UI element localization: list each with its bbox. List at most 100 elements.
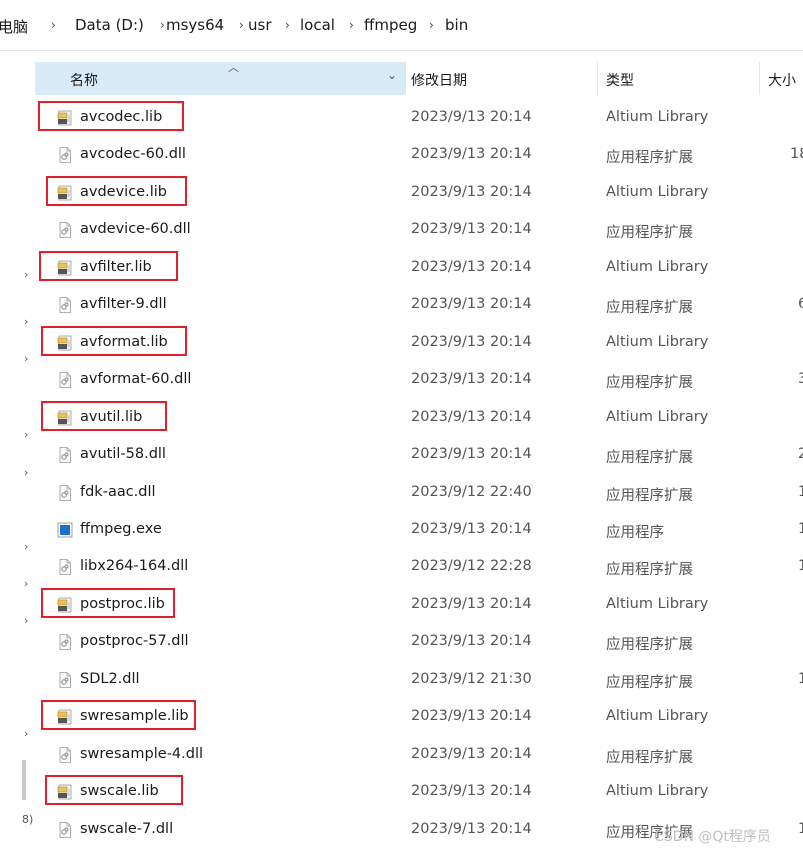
file-name: fdk-aac.dll: [80, 483, 156, 500]
file-size: 2: [798, 446, 803, 463]
lib-file-icon: [56, 109, 74, 127]
file-type: 应用程序扩展: [606, 225, 693, 242]
file-size: 18: [790, 146, 803, 163]
dll-file-icon: [56, 296, 74, 314]
file-name: avutil.lib: [80, 408, 143, 425]
file-name: swscale.lib: [80, 783, 159, 800]
column-header: ︿ 名称 ⌄ 修改日期 类型 大小: [35, 61, 803, 95]
file-name: avdevice.lib: [80, 183, 167, 200]
breadcrumb-separator-icon[interactable]: ›: [160, 18, 165, 32]
breadcrumb-item[interactable]: local: [300, 16, 335, 34]
dll-file-icon: [56, 633, 74, 651]
file-name: swscale-7.dll: [80, 820, 174, 837]
file-row[interactable]: avcodec.lib 2023/9/13 20:14 Altium Library: [0, 100, 803, 137]
breadcrumb-item[interactable]: 电脑: [0, 16, 28, 37]
dll-file-icon: [56, 671, 74, 689]
file-type: 应用程序扩展: [606, 450, 693, 467]
file-name: avfilter.lib: [80, 258, 152, 275]
file-row[interactable]: postproc.lib 2023/9/13 20:14 Altium Librar…: [0, 587, 803, 624]
file-date: 2023/9/13 20:14: [411, 109, 532, 125]
nav-pane-expand-icon[interactable]: ›: [24, 727, 28, 740]
nav-scrollbar[interactable]: [22, 760, 26, 800]
file-date: 2023/9/12 21:30: [411, 670, 532, 687]
nav-pane-expand-icon[interactable]: ›: [24, 428, 28, 441]
file-row[interactable]: avutil.lib 2023/9/13 20:14 Altium Library: [0, 400, 803, 437]
file-size: 1: [798, 520, 803, 537]
nav-pane-expand-icon[interactable]: ›: [24, 577, 28, 590]
breadcrumb-item[interactable]: usr: [248, 16, 272, 34]
file-row[interactable]: avformat.lib 2023/9/13 20:14 Altium Librar…: [0, 325, 803, 362]
file-size: 1: [798, 558, 803, 575]
nav-pane-expand-icon[interactable]: ›: [24, 466, 28, 479]
file-size: 1: [798, 483, 803, 500]
lib-file-icon: [56, 184, 74, 202]
file-date: 2023/9/13 20:14: [411, 146, 532, 163]
file-row[interactable]: avformat-60.dll 2023/9/13 20:14 应用程序扩展 3: [0, 362, 803, 399]
nav-pane-expand-icon[interactable]: ›: [24, 268, 28, 281]
dll-file-icon: [56, 146, 74, 164]
file-date: 2023/9/13 20:14: [411, 708, 532, 725]
column-divider[interactable]: [759, 62, 760, 95]
file-date: 2023/9/12 22:40: [411, 483, 532, 500]
file-date: 2023/9/13 20:14: [411, 520, 532, 537]
breadcrumb-item[interactable]: ffmpeg: [364, 16, 417, 34]
dll-file-icon: [56, 371, 74, 389]
file-row[interactable]: avfilter.lib 2023/9/13 20:14 Altium Librar…: [0, 250, 803, 287]
file-row[interactable]: libx264-164.dll 2023/9/12 22:28 应用程序扩展 1: [0, 549, 803, 586]
breadcrumb-separator-icon[interactable]: ›: [51, 18, 56, 32]
file-row[interactable]: avfilter-9.dll 2023/9/13 20:14 应用程序扩展 6: [0, 287, 803, 324]
nav-pane-expand-icon[interactable]: ›: [24, 540, 28, 553]
file-row[interactable]: avutil-58.dll 2023/9/13 20:14 应用程序扩展 2: [0, 437, 803, 474]
nav-pane-expand-icon[interactable]: ›: [24, 352, 28, 365]
file-date: 2023/9/13 20:14: [411, 820, 532, 837]
column-divider[interactable]: [405, 62, 406, 95]
column-divider[interactable]: [597, 62, 598, 95]
file-type: Altium Library: [606, 109, 709, 125]
file-row[interactable]: swresample.lib 2023/9/13 20:14 Altium Libr…: [0, 699, 803, 736]
file-date: 2023/9/13 20:14: [411, 371, 532, 388]
breadcrumb-item[interactable]: Data (D:): [75, 16, 144, 34]
column-header-size[interactable]: 大小: [768, 70, 796, 90]
file-row[interactable]: avdevice-60.dll 2023/9/13 20:14 应用程序扩展: [0, 212, 803, 249]
file-row[interactable]: swresample-4.dll 2023/9/13 20:14 应用程序扩展: [0, 737, 803, 774]
breadcrumb-item[interactable]: bin: [445, 16, 468, 34]
file-name: libx264-164.dll: [80, 558, 189, 575]
file-size: 1: [798, 670, 803, 687]
file-name: SDL2.dll: [80, 670, 140, 687]
file-date: 2023/9/13 20:14: [411, 446, 532, 463]
breadcrumb-separator-icon[interactable]: ›: [239, 18, 244, 32]
file-row[interactable]: SDL2.dll 2023/9/12 21:30 应用程序扩展 1: [0, 662, 803, 699]
breadcrumb: 电脑 › Data (D:) › msys64 › usr › local › ffmpeg › bin: [0, 0, 803, 51]
breadcrumb-separator-icon[interactable]: ›: [429, 18, 434, 32]
file-type: 应用程序扩展: [606, 150, 693, 167]
file-type: 应用程序扩展: [606, 749, 693, 766]
file-name: avcodec-60.dll: [80, 146, 186, 163]
column-header-date[interactable]: 修改日期: [411, 70, 467, 90]
dll-file-icon: [56, 821, 74, 839]
file-row[interactable]: avdevice.lib 2023/9/13 20:14 Altium Librar…: [0, 175, 803, 212]
column-header-type[interactable]: 类型: [606, 70, 634, 90]
chevron-down-icon[interactable]: ⌄: [387, 68, 397, 82]
file-type: 应用程序扩展: [606, 375, 693, 392]
breadcrumb-separator-icon[interactable]: ›: [349, 18, 354, 32]
breadcrumb-item[interactable]: msys64: [166, 16, 224, 34]
file-row[interactable]: ffmpeg.exe 2023/9/13 20:14 应用程序 1: [0, 512, 803, 549]
column-header-name-label: 名称: [70, 73, 98, 89]
file-row[interactable]: swscale.lib 2023/9/13 20:14 Altium Library: [0, 774, 803, 811]
file-row[interactable]: postproc-57.dll 2023/9/13 20:14 应用程序扩展: [0, 624, 803, 661]
nav-pane-expand-icon[interactable]: ›: [24, 315, 28, 328]
file-row[interactable]: fdk-aac.dll 2023/9/12 22:40 应用程序扩展 1: [0, 475, 803, 512]
file-name: postproc-57.dll: [80, 633, 189, 650]
file-date: 2023/9/13 20:14: [411, 633, 532, 650]
nav-pane-expand-icon[interactable]: ›: [24, 614, 28, 627]
file-type: 应用程序扩展: [606, 562, 693, 579]
file-type: 应用程序扩展: [606, 637, 693, 654]
breadcrumb-separator-icon[interactable]: ›: [285, 18, 290, 32]
file-date: 2023/9/13 20:14: [411, 783, 532, 800]
nav-pane-expand-icon[interactable]: 8): [22, 813, 33, 826]
exe-file-icon: [56, 521, 74, 539]
file-size: 1: [798, 820, 803, 837]
column-header-name[interactable]: ︿ 名称 ⌄: [35, 61, 405, 95]
file-name: avfilter-9.dll: [80, 296, 167, 313]
file-row[interactable]: avcodec-60.dll 2023/9/13 20:14 应用程序扩展 18: [0, 137, 803, 174]
